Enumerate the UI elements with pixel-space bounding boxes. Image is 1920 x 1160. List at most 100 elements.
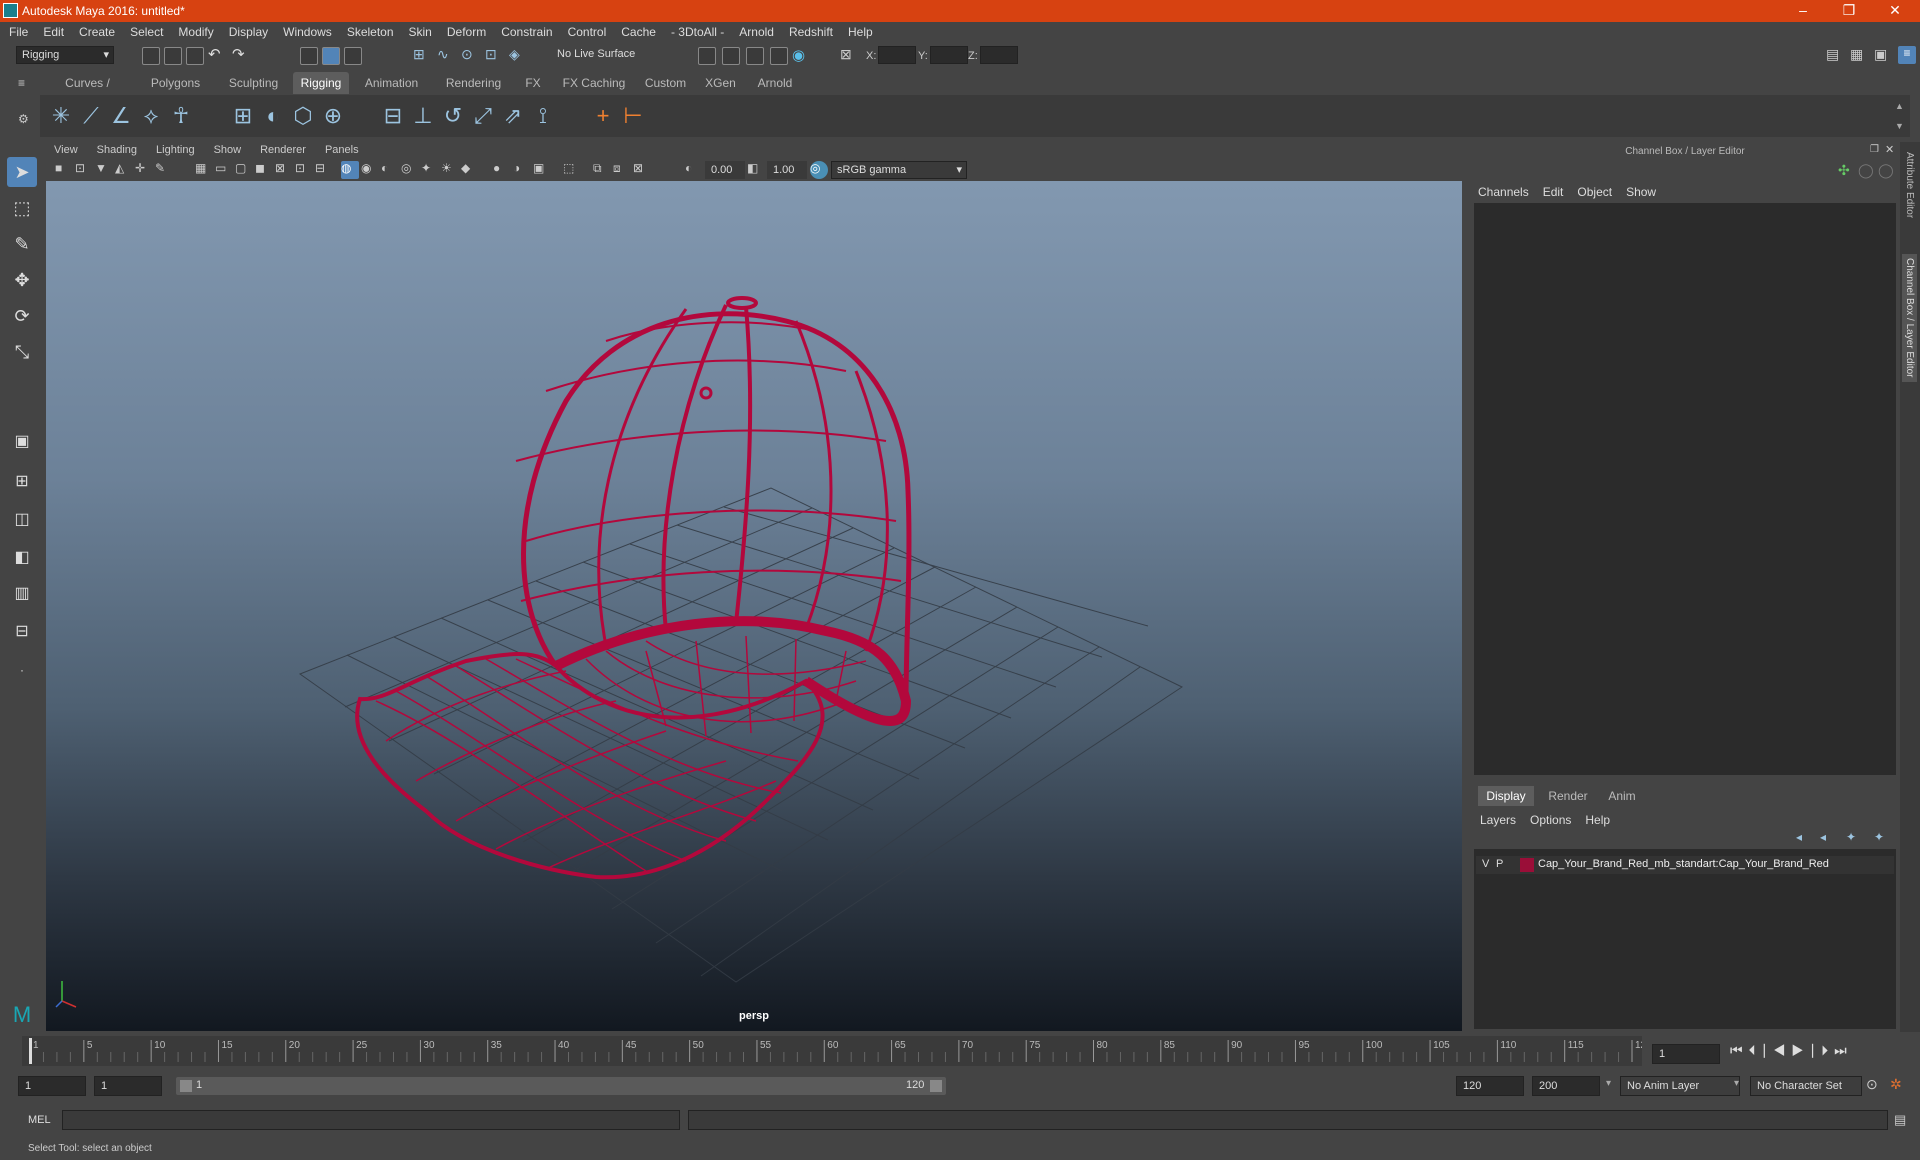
layer-menu-help[interactable]: Help bbox=[1585, 810, 1618, 827]
grid-toggle-icon[interactable]: ▦ bbox=[195, 161, 213, 179]
isolate-select-icon[interactable]: ⬚ bbox=[563, 161, 581, 179]
viewport-menu-renderer[interactable]: Renderer bbox=[251, 142, 316, 156]
undo-icon[interactable]: ↶ bbox=[208, 45, 226, 63]
shelf-scroll-down-icon[interactable]: ▼ bbox=[1895, 121, 1904, 131]
current-time-marker[interactable] bbox=[29, 1038, 32, 1064]
layer-tab-render[interactable]: Render bbox=[1540, 786, 1596, 806]
mode-dropdown[interactable]: Rigging ▾ bbox=[16, 46, 114, 64]
character-set-dropdown[interactable]: No Character Set bbox=[1750, 1076, 1862, 1096]
menu-3dtoall[interactable]: - 3DtoAll - bbox=[662, 22, 730, 39]
ipr-render-icon[interactable] bbox=[746, 47, 764, 65]
shelf-tab-fx[interactable]: FX bbox=[515, 72, 551, 94]
single-perspective-layout-icon[interactable]: ▣ bbox=[7, 427, 37, 457]
render-settings-icon[interactable] bbox=[698, 47, 716, 65]
playback-start-field[interactable]: 1 bbox=[94, 1076, 162, 1096]
menu-modify[interactable]: Modify bbox=[169, 22, 219, 39]
snap-grid-icon[interactable]: ⊞ bbox=[413, 46, 431, 64]
paint-select-tool-icon[interactable]: ✎ bbox=[7, 229, 37, 259]
wireframe-on-shaded-icon[interactable]: ◎ bbox=[401, 161, 419, 179]
gate-mask-icon[interactable]: ◼ bbox=[255, 161, 273, 179]
menu-arnold[interactable]: Arnold bbox=[730, 22, 780, 39]
remove-influence-icon[interactable]: ⊢ bbox=[620, 103, 646, 129]
channel-box-toggle-icon[interactable]: ≡ bbox=[1898, 46, 1916, 64]
select-component-icon[interactable] bbox=[344, 47, 362, 65]
minimize-button[interactable]: – bbox=[1780, 0, 1826, 22]
go-to-start-icon[interactable]: ⏮ bbox=[1730, 1042, 1749, 1058]
play-backward-icon[interactable]: ◀ bbox=[1773, 1042, 1792, 1058]
pole-vector-icon[interactable]: ⟟ bbox=[530, 103, 556, 129]
safe-title-icon[interactable]: ⊟ bbox=[315, 161, 333, 179]
x-field[interactable] bbox=[878, 46, 916, 64]
exposure-icon[interactable]: ◐ bbox=[685, 161, 703, 179]
safe-action-icon[interactable]: ⊡ bbox=[295, 161, 313, 179]
smooth-shade-icon[interactable]: ◉ bbox=[361, 161, 379, 179]
image-plane-icon[interactable]: ◭ bbox=[115, 161, 133, 179]
speed-icon[interactable]: ◯ bbox=[1858, 162, 1874, 179]
menu-help[interactable]: Help bbox=[839, 22, 879, 39]
modeling-toolkit-icon[interactable]: ▤ bbox=[1826, 46, 1844, 64]
menu-redshift[interactable]: Redshift bbox=[780, 22, 839, 39]
layer-row[interactable]: V P Cap_Your_Brand_Red_mb_standart:Cap_Y… bbox=[1476, 856, 1894, 874]
start-time-field[interactable]: 1 bbox=[18, 1076, 86, 1096]
shelf-tab-arnold[interactable]: Arnold bbox=[747, 72, 803, 94]
range-start-handle[interactable] bbox=[180, 1080, 192, 1092]
snap-view-icon[interactable]: ⊡ bbox=[485, 46, 503, 64]
2d-pan-zoom-icon[interactable]: ✛ bbox=[135, 161, 153, 179]
anim-layer-dropdown[interactable]: No Anim Layer bbox=[1620, 1076, 1740, 1096]
range-slider[interactable]: 1 120 bbox=[176, 1077, 946, 1095]
aim-constraint-icon[interactable]: ⇗ bbox=[500, 103, 526, 129]
ik-handle-icon[interactable]: ⟋ bbox=[78, 103, 104, 129]
layer-tab-anim[interactable]: Anim bbox=[1600, 786, 1644, 806]
menu-cache[interactable]: Cache bbox=[612, 22, 662, 39]
hyper-icon[interactable]: ◯ bbox=[1878, 162, 1894, 179]
attribute-editor-tab[interactable]: Attribute Editor bbox=[1904, 152, 1915, 218]
shelf-tab-fx-caching[interactable]: FX Caching bbox=[553, 72, 635, 94]
textured-icon[interactable]: ✦ bbox=[421, 161, 439, 179]
channel-box-menu-show[interactable]: Show bbox=[1626, 182, 1664, 199]
menu-select[interactable]: Select bbox=[121, 22, 169, 39]
lattice-icon[interactable]: ⬡ bbox=[290, 103, 316, 129]
orient-constraint-icon[interactable]: ↺ bbox=[440, 103, 466, 129]
viewport-menu-panels[interactable]: Panels bbox=[316, 142, 369, 156]
redo-icon[interactable]: ↷ bbox=[232, 45, 250, 63]
rotate-tool-icon[interactable]: ⟳ bbox=[7, 301, 37, 331]
shadows-icon[interactable]: ◆ bbox=[461, 161, 479, 179]
chevron-down-icon[interactable]: ▾ bbox=[1734, 1078, 1739, 1089]
y-field[interactable] bbox=[930, 46, 968, 64]
shelf-menu-icon[interactable]: ≡ bbox=[18, 76, 34, 90]
create-joints-icon[interactable]: ✳ bbox=[48, 103, 74, 129]
quick-rig-icon[interactable]: ⟡ bbox=[138, 103, 164, 129]
xray-components-icon[interactable]: ⊠ bbox=[633, 161, 651, 179]
scale-tool-icon[interactable]: ⤡ bbox=[7, 337, 37, 367]
save-scene-icon[interactable] bbox=[186, 47, 204, 65]
menu-skin[interactable]: Skin bbox=[400, 22, 438, 39]
new-layer-icon[interactable]: ✦ bbox=[1846, 830, 1856, 844]
snap-surface-icon[interactable]: ◈ bbox=[509, 46, 527, 64]
film-gate-icon[interactable]: ▭ bbox=[215, 161, 233, 179]
xray-icon[interactable]: ⧉ bbox=[593, 161, 611, 179]
new-scene-icon[interactable] bbox=[142, 47, 160, 65]
z-field[interactable] bbox=[980, 46, 1018, 64]
playback-end-field[interactable]: 120 bbox=[1456, 1076, 1524, 1096]
play-forward-icon[interactable]: ▶ bbox=[1791, 1042, 1810, 1058]
move-tool-icon[interactable]: ✥ bbox=[7, 265, 37, 295]
locator-icon[interactable]: ⊟ bbox=[380, 103, 406, 129]
gamma-field[interactable]: 1.00 bbox=[767, 161, 807, 179]
channel-box-menu-channels[interactable]: Channels bbox=[1478, 182, 1537, 199]
menu-deform[interactable]: Deform bbox=[438, 22, 492, 39]
exposure-field[interactable]: 0.00 bbox=[705, 161, 745, 179]
color-space-dropdown[interactable]: sRGB gamma ▾ bbox=[831, 161, 967, 179]
step-back-key-icon[interactable]: ⏴ bbox=[1749, 1042, 1762, 1058]
lasso-tool-icon[interactable]: ⬚ bbox=[7, 193, 37, 223]
motion-blur-icon[interactable]: ◑ bbox=[513, 161, 531, 179]
smooth-bind-icon[interactable]: ◐ bbox=[260, 103, 286, 129]
step-forward-frame-icon[interactable]: ⎮ bbox=[1810, 1042, 1821, 1058]
shelf-tab-polygons[interactable]: Polygons bbox=[137, 72, 214, 94]
grease-pencil-icon[interactable]: ✎ bbox=[155, 161, 173, 179]
wireframe-icon[interactable]: ◍ bbox=[341, 161, 359, 179]
menu-control[interactable]: Control bbox=[559, 22, 613, 39]
snap-curve-icon[interactable]: ∿ bbox=[437, 46, 455, 64]
layer-visibility-toggle[interactable]: V bbox=[1482, 858, 1489, 870]
layer-menu-options[interactable]: Options bbox=[1530, 810, 1579, 827]
command-input[interactable] bbox=[62, 1110, 680, 1130]
